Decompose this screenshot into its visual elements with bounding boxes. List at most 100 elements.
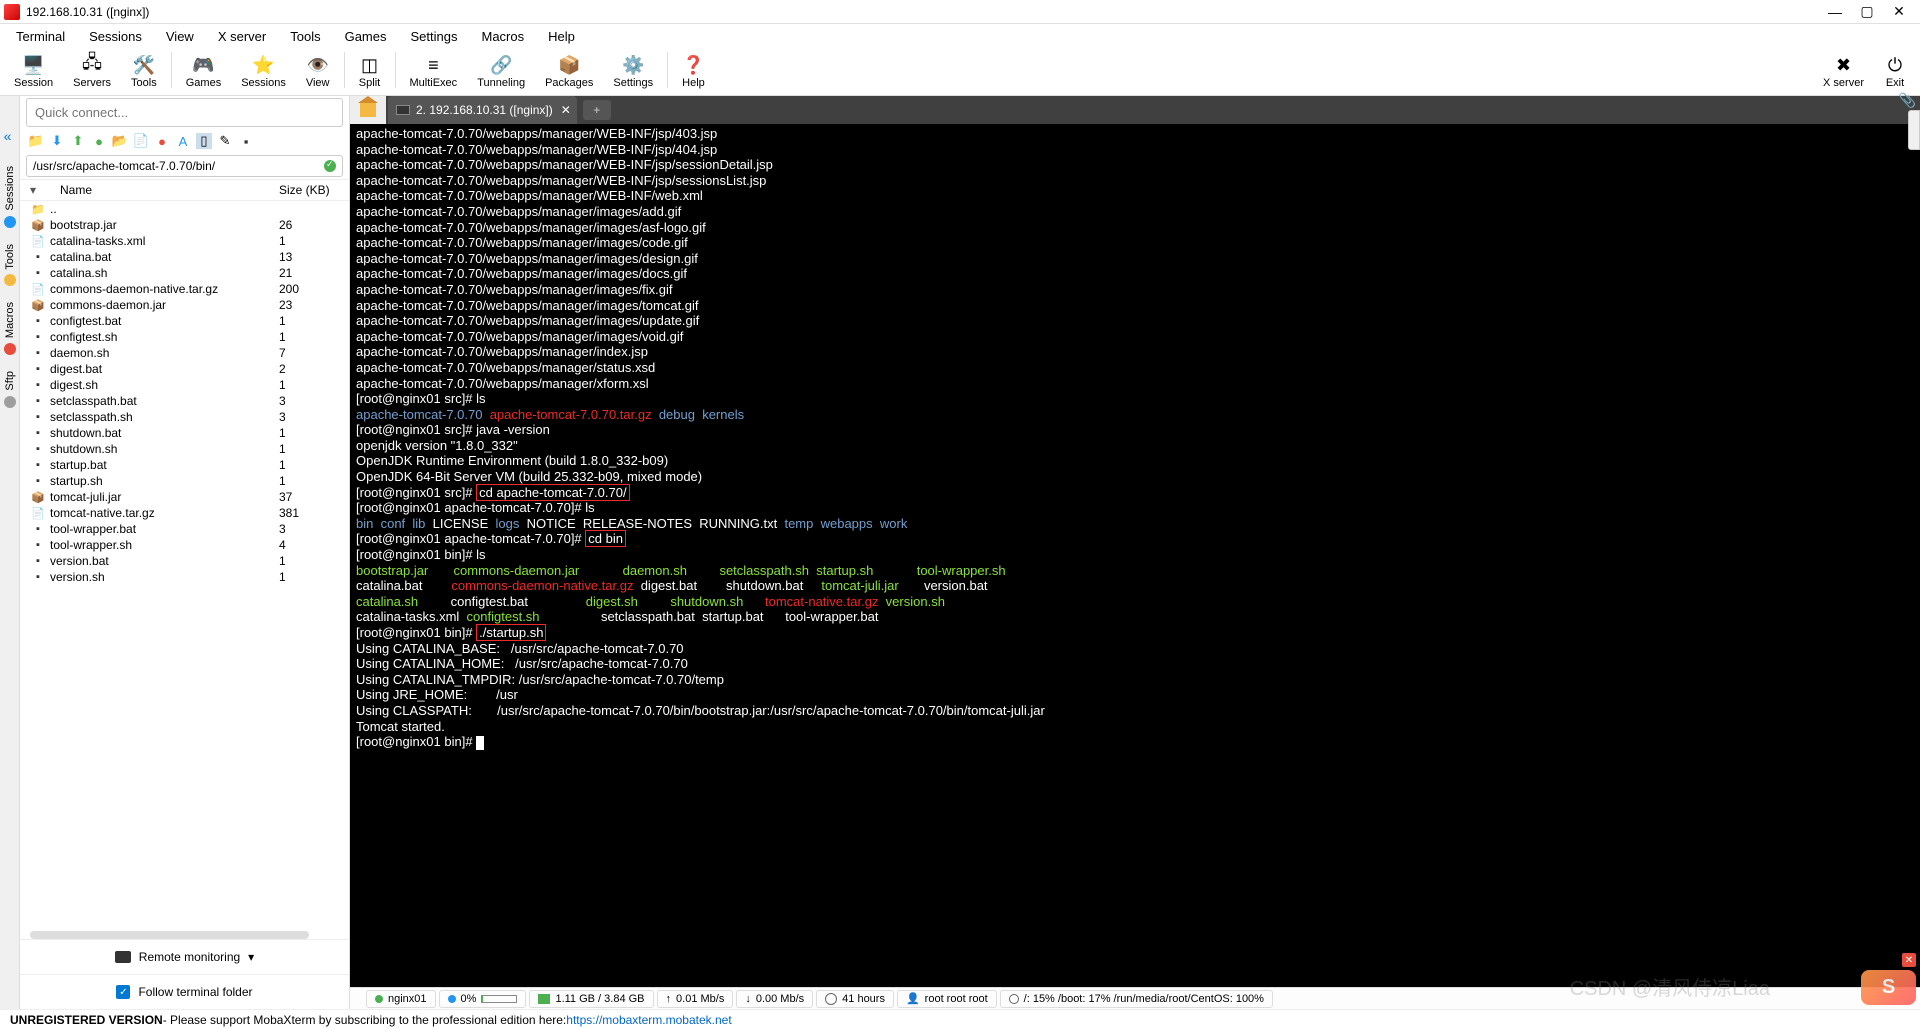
file-row[interactable]: ▪configtest.bat1 — [20, 313, 349, 329]
file-row[interactable]: ▪digest.bat2 — [20, 361, 349, 377]
file-row[interactable]: ▪daemon.sh7 — [20, 345, 349, 361]
tool-multiexec[interactable]: ≡MultiExec — [400, 52, 468, 91]
menu-terminal[interactable]: Terminal — [4, 26, 77, 47]
leftbar-tools[interactable]: Tools — [2, 242, 18, 272]
refresh-icon[interactable]: ● — [91, 133, 107, 149]
tool-view[interactable]: 👁️View — [296, 52, 340, 91]
terminal-mini-icon[interactable]: ▪ — [238, 133, 254, 149]
file-row[interactable]: ▪tool-wrapper.bat3 — [20, 521, 349, 537]
menu-x-server[interactable]: X server — [206, 26, 278, 47]
leftbar-macros[interactable]: Macros — [2, 300, 18, 340]
tool-help[interactable]: ❓Help — [672, 52, 715, 91]
cpu-icon — [448, 995, 456, 1003]
minimize-button[interactable]: — — [1828, 5, 1842, 19]
file-gz-icon: 📄 — [30, 282, 46, 296]
file-row[interactable]: ▪version.bat1 — [20, 553, 349, 569]
tool-packages[interactable]: 📦Packages — [535, 52, 603, 91]
column-name[interactable]: Name — [42, 183, 279, 197]
delete-icon[interactable]: ● — [154, 133, 170, 149]
status-net-down[interactable]: ↓0.00 Mb/s — [736, 990, 813, 1008]
download-icon[interactable]: ⬇ — [49, 133, 65, 149]
tool-settings[interactable]: ⚙️Settings — [603, 52, 663, 91]
tool-exit[interactable]: ⏻Exit — [1874, 52, 1916, 91]
close-button[interactable]: ✕ — [1892, 5, 1906, 19]
column-size[interactable]: Size (KB) — [279, 183, 339, 197]
file-row[interactable]: ▪startup.bat1 — [20, 457, 349, 473]
footer-link[interactable]: https://mobaxterm.mobatek.net — [566, 1013, 731, 1027]
status-mem[interactable]: 1.11 GB / 3.84 GB — [529, 990, 653, 1008]
leftbar-sftp[interactable]: Sftp — [2, 369, 18, 393]
collapse-icon[interactable]: « — [2, 126, 14, 146]
file-row[interactable]: 📄commons-daemon-native.tar.gz200 — [20, 281, 349, 297]
file-row[interactable]: ▪shutdown.bat1 — [20, 425, 349, 441]
file-row[interactable]: ▪catalina.bat13 — [20, 249, 349, 265]
highlight-icon[interactable]: ▯ — [196, 133, 212, 149]
settings-icon: ⚙️ — [622, 54, 644, 76]
maximize-button[interactable]: ▢ — [1860, 5, 1874, 19]
edit-icon[interactable]: ✎ — [217, 133, 233, 149]
path-input[interactable] — [27, 157, 318, 175]
menu-help[interactable]: Help — [536, 26, 587, 47]
file-row[interactable]: ▪shutdown.sh1 — [20, 441, 349, 457]
home-tab[interactable] — [350, 96, 386, 124]
status-cpu[interactable]: 0% — [439, 990, 527, 1008]
status-disks[interactable]: /: 15% /boot: 17% /run/media/root/CentOS… — [1000, 990, 1273, 1008]
text-icon[interactable]: A — [175, 133, 191, 149]
tool-split[interactable]: ◫Split — [349, 52, 391, 91]
status-uptime[interactable]: 41 hours — [816, 990, 894, 1008]
terminal-tab[interactable]: 2. 192.168.10.31 ([nginx]) ✕ — [388, 96, 577, 124]
leftbar-sessions[interactable]: Sessions — [2, 164, 18, 213]
menu-tools[interactable]: Tools — [278, 26, 332, 47]
close-badge-icon[interactable]: ✕ — [1902, 953, 1916, 967]
file-row[interactable]: ▪startup.sh1 — [20, 473, 349, 489]
menu-view[interactable]: View — [154, 26, 206, 47]
file-sh-icon: ▪ — [30, 538, 46, 552]
remote-monitoring-button[interactable]: Remote monitoring ▾ — [20, 939, 349, 974]
tab-close-icon[interactable]: ✕ — [561, 103, 571, 117]
status-host[interactable]: nginx01 — [366, 990, 436, 1008]
side-handle[interactable] — [1908, 110, 1920, 150]
follow-terminal-checkbox[interactable]: ✓ Follow terminal folder — [20, 974, 349, 1009]
menu-settings[interactable]: Settings — [399, 26, 470, 47]
attachment-icon[interactable]: 📎 — [1899, 92, 1916, 109]
leftbar-macros-icon — [4, 343, 16, 355]
file-row[interactable]: ▪digest.sh1 — [20, 377, 349, 393]
file-row[interactable]: ▪catalina.sh21 — [20, 265, 349, 281]
file-row[interactable]: ▪tool-wrapper.sh4 — [20, 537, 349, 553]
file-row[interactable]: 📦commons-daemon.jar23 — [20, 297, 349, 313]
tool-x-server[interactable]: ✖X server — [1813, 52, 1874, 91]
status-net-up[interactable]: ↑0.01 Mb/s — [657, 990, 734, 1008]
tool-games[interactable]: 🎮Games — [176, 52, 231, 91]
monitor-icon — [115, 951, 131, 963]
new-tab-button[interactable]: + — [583, 100, 611, 120]
file-row[interactable]: 📦bootstrap.jar26 — [20, 217, 349, 233]
new-file-icon[interactable]: 📄 — [133, 133, 149, 149]
quick-connect-input[interactable] — [26, 98, 343, 127]
file-row[interactable]: 📦tomcat-juli.jar37 — [20, 489, 349, 505]
file-row[interactable]: 📁.. — [20, 201, 349, 217]
scrollbar[interactable] — [30, 931, 309, 939]
tool-tools[interactable]: 🛠️Tools — [121, 52, 167, 91]
upload-icon[interactable]: ⬆ — [70, 133, 86, 149]
menu-sessions[interactable]: Sessions — [77, 26, 154, 47]
file-row[interactable]: ▪version.sh1 — [20, 569, 349, 585]
terminal-output[interactable]: apache-tomcat-7.0.70/webapps/manager/WEB… — [350, 124, 1920, 987]
file-list-header: ▾ Name Size (KB) — [20, 179, 349, 201]
tool-session[interactable]: 🖥️Session — [4, 52, 63, 91]
tool-servers[interactable]: 🖧Servers — [63, 52, 121, 91]
menu-macros[interactable]: Macros — [469, 26, 536, 47]
file-row[interactable]: 📄tomcat-native.tar.gz381 — [20, 505, 349, 521]
file-row[interactable]: 📄catalina-tasks.xml1 — [20, 233, 349, 249]
file-row[interactable]: ▪setclasspath.sh3 — [20, 409, 349, 425]
status-user[interactable]: 👤root root root — [897, 990, 997, 1008]
new-folder-icon[interactable]: 📂 — [112, 133, 128, 149]
file-bat-icon: ▪ — [30, 522, 46, 536]
tool-tunneling[interactable]: 🔗Tunneling — [467, 52, 535, 91]
folder-icon[interactable]: 📁 — [28, 133, 44, 149]
file-row[interactable]: ▪configtest.sh1 — [20, 329, 349, 345]
file-row[interactable]: ▪setclasspath.bat3 — [20, 393, 349, 409]
file-jar-icon: 📦 — [30, 218, 46, 232]
sort-icon[interactable]: ▾ — [30, 183, 42, 197]
tool-sessions[interactable]: ⭐Sessions — [231, 52, 296, 91]
menu-games[interactable]: Games — [333, 26, 399, 47]
